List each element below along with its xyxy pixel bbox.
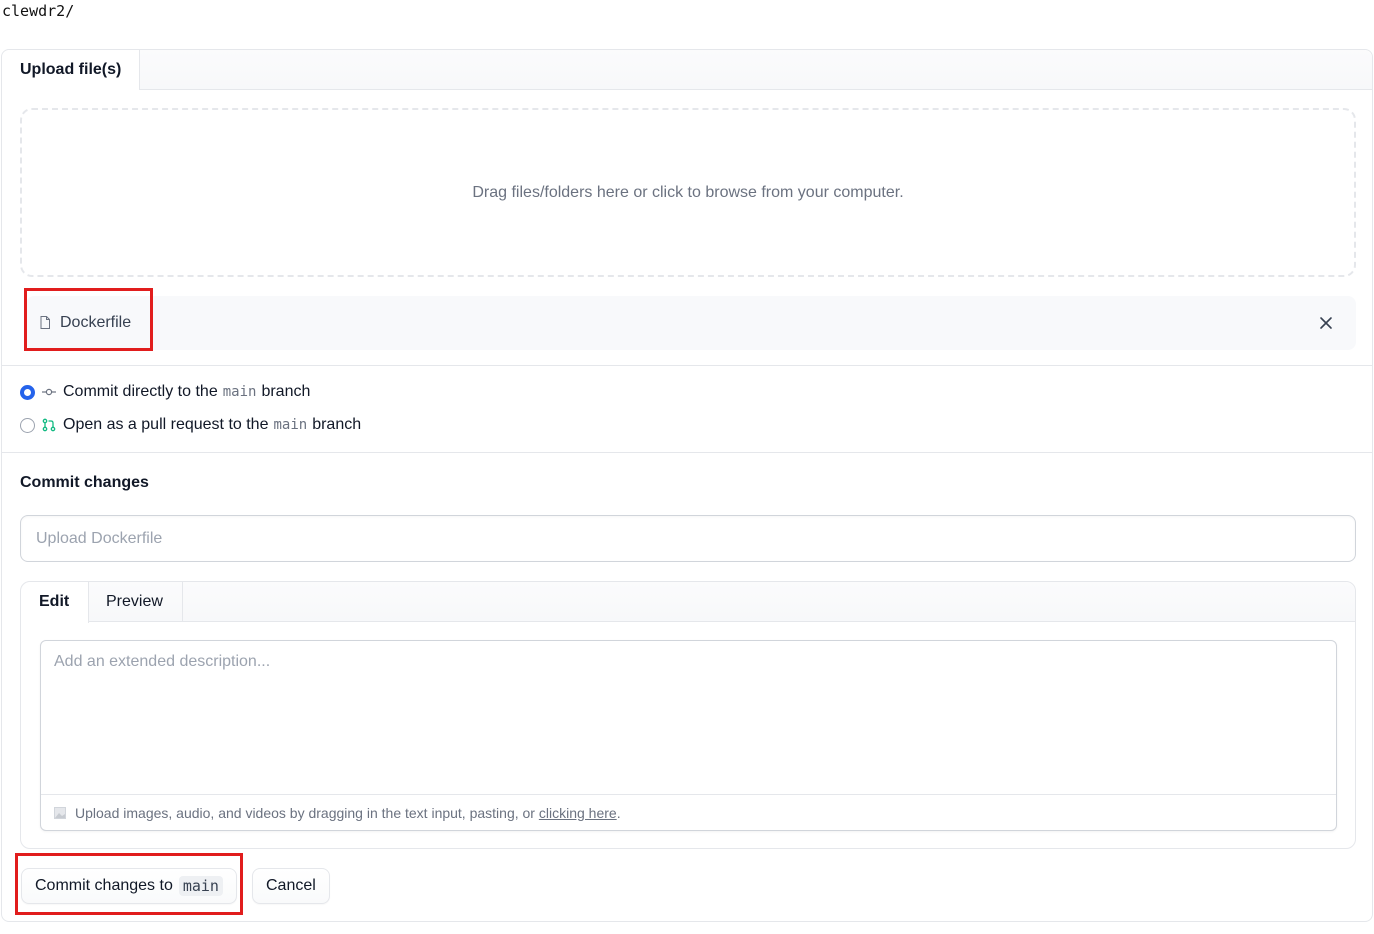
description-editor: Edit Preview Upload images, audio, and v… — [20, 581, 1356, 849]
option-suffix: branch — [261, 383, 311, 400]
commit-button-label: Commit changes to — [35, 877, 173, 894]
commit-branch-chip: main — [178, 876, 223, 896]
tab-edit[interactable]: Edit — [21, 582, 89, 623]
divider — [2, 365, 1372, 366]
divider — [2, 452, 1372, 453]
commit-icon — [42, 388, 56, 396]
radio-pull-request[interactable] — [20, 417, 35, 433]
commit-section-title: Commit changes — [20, 474, 149, 491]
branch-name: main — [222, 384, 257, 400]
pull-request-icon — [42, 418, 56, 432]
close-icon[interactable] — [1316, 313, 1336, 333]
description-textarea[interactable] — [41, 641, 1336, 794]
file-name: Dockerfile — [60, 314, 132, 331]
upload-panel: Upload file(s) Drag files/folders here o… — [1, 49, 1373, 922]
tab-upload-files[interactable]: Upload file(s) — [2, 50, 140, 90]
upload-media-text: Upload images, audio, and videos by drag… — [75, 805, 535, 821]
upload-media-link[interactable]: clicking here — [539, 805, 617, 821]
description-tabs: Edit Preview — [21, 582, 1355, 623]
option-prefix: Commit directly to the — [63, 383, 218, 400]
commit-button[interactable]: Commit changes to main — [21, 868, 237, 904]
footer-period: . — [616, 805, 621, 821]
tab-preview[interactable]: Preview — [89, 582, 183, 622]
uploaded-file-row: Dockerfile — [26, 296, 1356, 350]
radio-commit-direct[interactable] — [20, 384, 35, 400]
breadcrumb: clewdr2/ — [2, 2, 75, 20]
option-prefix: Open as a pull request to the — [63, 416, 269, 433]
upload-media-hint: Upload images, audio, and videos by drag… — [41, 794, 1336, 830]
option-pull-request[interactable]: Open as a pull request to the main branc… — [20, 414, 361, 436]
upload-tabs: Upload file(s) — [2, 50, 1372, 90]
file-icon — [40, 316, 50, 329]
option-suffix: branch — [312, 416, 362, 433]
cancel-button-label: Cancel — [266, 877, 316, 894]
commit-summary-input[interactable] — [20, 515, 1356, 562]
cancel-button[interactable]: Cancel — [252, 868, 330, 904]
file-dropzone[interactable]: Drag files/folders here or click to brow… — [20, 108, 1356, 277]
option-commit-direct[interactable]: Commit directly to the main branch — [20, 381, 310, 403]
image-icon — [54, 807, 66, 819]
description-area: Upload images, audio, and videos by drag… — [40, 640, 1337, 831]
branch-name: main — [273, 417, 308, 433]
